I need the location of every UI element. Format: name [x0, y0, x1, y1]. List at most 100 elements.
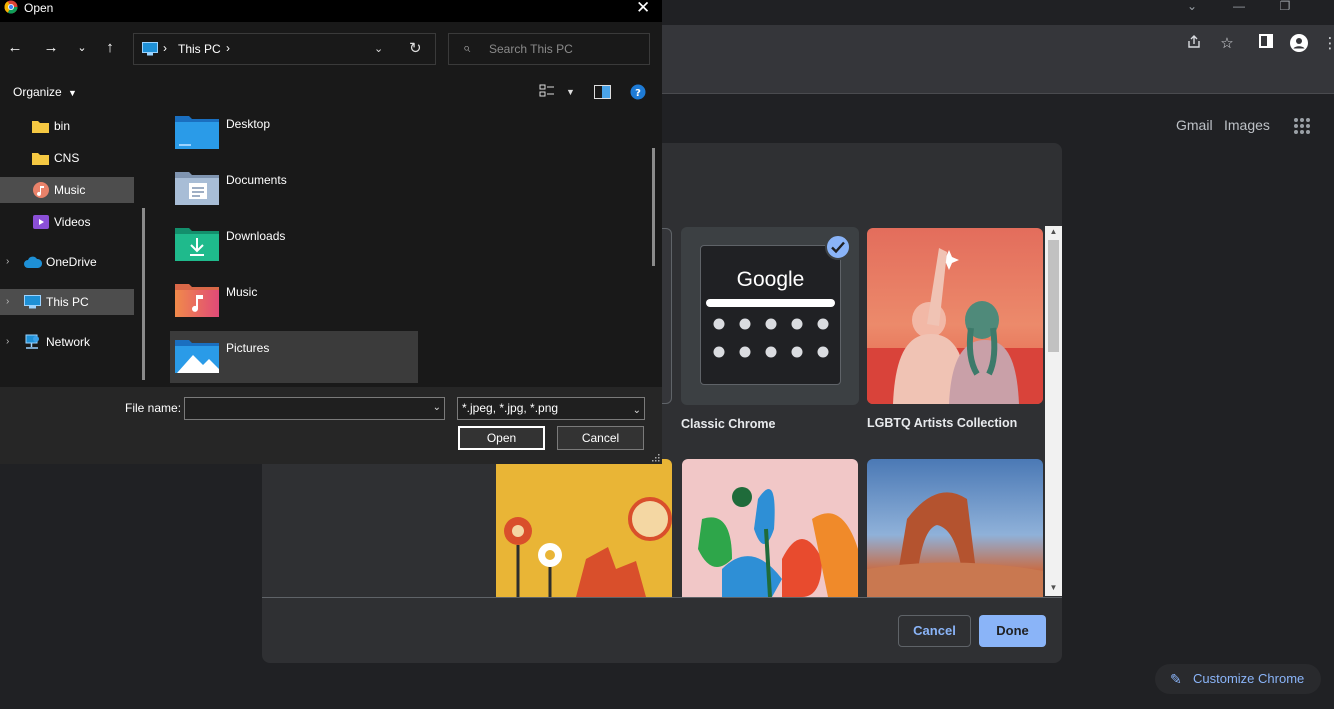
minimize-icon[interactable]: — — [1224, 0, 1254, 14]
profile-avatar-icon[interactable] — [1289, 34, 1309, 54]
bookmark-star-icon[interactable]: ☆ — [1217, 34, 1237, 54]
folder-item-desktop[interactable]: Desktop — [170, 107, 418, 159]
folder-icon — [32, 121, 49, 133]
scroll-up-arrow-icon[interactable]: ▲ — [1045, 226, 1062, 238]
background-tile-classic-chrome[interactable]: Google — [681, 227, 859, 405]
folder-label: Pictures — [226, 341, 270, 355]
organize-dropdown-icon: ▼ — [68, 88, 77, 98]
change-view-icon[interactable] — [539, 84, 555, 100]
open-dialog-titlebar[interactable] — [0, 0, 662, 22]
file-type-dropdown-icon[interactable]: ⌄ — [633, 400, 641, 421]
background-tile-flowers-yellow[interactable] — [496, 459, 672, 597]
folder-label: Music — [226, 285, 258, 299]
restore-icon[interactable]: ❐ — [1270, 0, 1300, 14]
expand-chevron-icon[interactable]: › — [6, 249, 9, 275]
refresh-icon[interactable]: ↻ — [409, 39, 422, 57]
forward-arrow-icon[interactable]: → — [41, 38, 61, 58]
search-placeholder: Search This PC — [489, 42, 573, 56]
side-panel-icon[interactable] — [1256, 34, 1276, 54]
customize-chrome-label: Customize Chrome — [1193, 671, 1305, 686]
breadcrumb-location[interactable]: This PC — [178, 42, 221, 56]
help-icon[interactable]: ? — [630, 84, 646, 100]
close-icon[interactable]: ✕ — [636, 0, 650, 18]
search-this-pc-field[interactable]: ⌕ Search This PC — [448, 33, 650, 65]
background-tile-arch-landscape[interactable] — [867, 459, 1043, 597]
file-name-label: File name: — [125, 401, 182, 415]
preview-pane-icon[interactable] — [594, 85, 611, 99]
flowers-artwork-image — [504, 497, 672, 597]
address-bar[interactable]: › This PC › ⌄ ↻ — [133, 33, 436, 65]
expand-chevron-icon[interactable]: › — [6, 329, 9, 355]
scrollbar-thumb[interactable] — [1048, 240, 1059, 352]
customize-chrome-button[interactable]: ✎ Customize Chrome — [1155, 664, 1321, 694]
lgbtq-artwork-image — [867, 248, 1043, 404]
images-link[interactable]: Images — [1224, 117, 1270, 133]
breadcrumb-separator-icon: › — [163, 41, 167, 55]
videos-icon — [33, 215, 49, 229]
chrome-logo-icon — [4, 0, 18, 14]
folder-item-downloads[interactable]: Downloads — [170, 219, 418, 271]
classic-chrome-preview: Google — [700, 245, 841, 385]
nav-pane-scrollbar[interactable] — [142, 208, 145, 380]
share-icon[interactable] — [1184, 34, 1204, 54]
open-dialog-cancel-button[interactable]: Cancel — [557, 426, 644, 450]
folder-item-music[interactable]: Music — [170, 275, 418, 327]
background-tile-leaves-pink[interactable] — [682, 459, 858, 597]
gmail-link[interactable]: Gmail — [1176, 117, 1213, 133]
selected-checkmark-icon — [825, 234, 851, 260]
file-type-select[interactable]: *.jpeg, *.jpg, *.png ⌄ — [457, 397, 645, 420]
tree-item-music[interactable]: Music — [0, 177, 134, 203]
tree-item-network[interactable]: › Network — [0, 329, 134, 355]
shortcut-dots-preview — [713, 318, 829, 358]
tree-item-label: Music — [54, 183, 86, 197]
music-folder-icon — [175, 284, 219, 317]
background-tile-lgbtq-artists[interactable] — [867, 228, 1043, 404]
dialog-divider — [262, 597, 1062, 598]
recent-locations-chevron-icon[interactable]: ⌄ — [72, 38, 92, 58]
address-dropdown-icon[interactable]: ⌄ — [374, 42, 383, 55]
explorer-command-bar — [0, 77, 662, 107]
tree-item-this-pc[interactable]: › This PC — [0, 289, 134, 315]
google-apps-icon[interactable] — [1294, 118, 1310, 134]
tree-item-label: This PC — [46, 295, 89, 309]
scroll-down-arrow-icon[interactable]: ▼ — [1045, 582, 1062, 594]
this-pc-monitor-icon — [24, 295, 41, 309]
expand-chevron-icon[interactable]: › — [6, 289, 9, 315]
breadcrumb-chevron-icon[interactable]: › — [226, 41, 230, 55]
organize-label: Organize — [13, 85, 62, 99]
desktop-folder-icon — [175, 116, 219, 149]
tiles-scrollbar[interactable]: ▲ ▼ — [1045, 226, 1062, 596]
up-arrow-icon[interactable]: ↑ — [100, 38, 120, 58]
tree-item-onedrive[interactable]: › OneDrive — [0, 249, 134, 275]
view-options-dropdown-icon[interactable]: ▼ — [566, 87, 575, 97]
tree-item-bin[interactable]: bin — [0, 113, 134, 139]
tile-caption-classic-chrome: Classic Chrome — [681, 417, 776, 431]
chrome-tab-search-icon[interactable]: ⌄ — [1177, 0, 1207, 14]
resize-grip-icon[interactable] — [650, 452, 660, 462]
network-icon — [25, 334, 39, 349]
file-name-dropdown-icon[interactable]: ⌄ — [433, 402, 441, 413]
files-pane-scrollbar[interactable] — [652, 148, 655, 266]
back-arrow-icon[interactable]: ← — [5, 38, 25, 58]
leaves-artwork-image — [698, 487, 858, 597]
downloads-folder-icon — [175, 228, 219, 261]
tree-item-label: Videos — [54, 215, 91, 229]
file-name-input[interactable]: ⌄ — [184, 397, 445, 420]
customize-cancel-button[interactable]: Cancel — [898, 615, 971, 647]
google-logo-text: Google — [736, 268, 805, 291]
folder-item-documents[interactable]: Documents — [170, 163, 418, 215]
folder-item-pictures[interactable]: Pictures — [170, 331, 418, 383]
pencil-icon: ✎ — [1170, 671, 1182, 687]
chrome-menu-icon[interactable]: ⋮ — [1320, 34, 1334, 54]
arch-artwork-image — [867, 492, 1043, 597]
customize-done-button[interactable]: Done — [979, 615, 1046, 647]
onedrive-cloud-icon — [24, 256, 42, 268]
folder-label: Documents — [226, 173, 287, 187]
tree-item-cns[interactable]: CNS — [0, 145, 134, 171]
organize-menu[interactable]: Organize ▼ — [13, 85, 77, 99]
folder-label: Desktop — [226, 117, 271, 131]
tree-item-videos[interactable]: Videos — [0, 209, 134, 235]
open-button[interactable]: Open — [458, 426, 545, 450]
search-icon: ⌕ — [463, 40, 471, 55]
tile-caption-lgbtq-artists: LGBTQ Artists Collection — [867, 416, 1018, 430]
